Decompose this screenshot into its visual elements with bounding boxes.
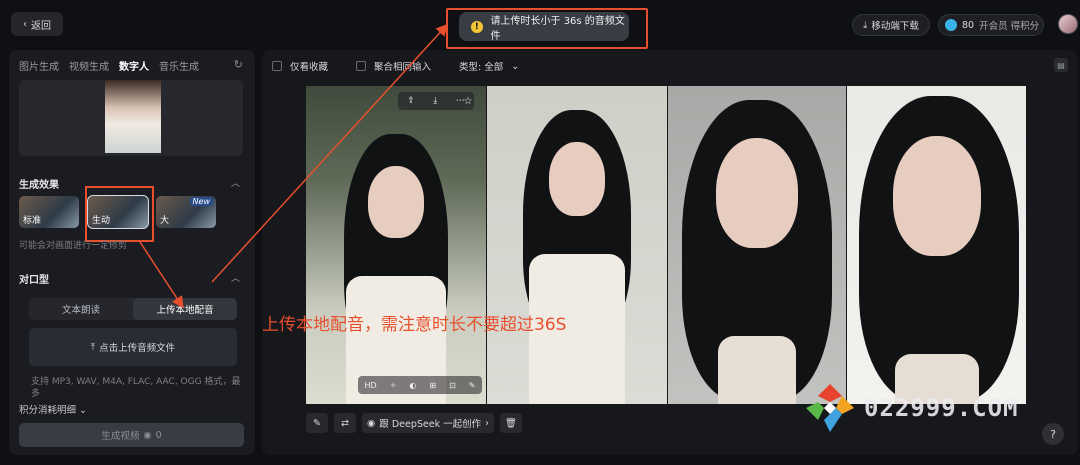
regenerate-button[interactable]: ⇄: [334, 413, 356, 433]
delete-button[interactable]: 🗑: [499, 413, 522, 433]
avatar[interactable]: [1058, 14, 1078, 34]
lipsync-title: 对口型: [19, 275, 49, 286]
image-edit-toolbar: HD ✧ ◐ ⊞ ⊡ ✎: [358, 376, 482, 394]
toast-message: ! 请上传时长小于 36s 的音频文件: [459, 12, 629, 42]
chevron-up-icon[interactable]: ︿: [231, 271, 240, 284]
watermark-logo-icon: [806, 384, 854, 432]
star-icon[interactable]: ☆: [460, 92, 476, 110]
mode-tabs: 图片生成 视频生成 数字人 音乐生成: [19, 58, 199, 73]
top-bar: ‹ 返回 ! 请上传时长小于 36s 的音频文件 ⤓ 移动端下载 80 开会员 …: [0, 0, 1080, 50]
face-shape: [549, 142, 605, 216]
points-value: 80: [962, 19, 975, 31]
left-panel: 图片生成 视频生成 数字人 音乐生成 ↻ 生成效果 ︿ 标准 生动 大 New …: [9, 50, 255, 455]
result-image-1[interactable]: ⇪ ⤓ ⋯ ☆ HD ✧ ◐ ⊞ ⊡ ✎: [306, 86, 486, 404]
cost-label: 积分消耗明细: [19, 405, 77, 416]
eraser-icon[interactable]: ◐: [409, 381, 416, 390]
fav-checkbox[interactable]: [272, 61, 282, 71]
chevron-up-icon[interactable]: ︿: [231, 176, 240, 189]
effect-highlight-box: [85, 186, 154, 242]
upload-icon: ⤒: [90, 341, 96, 353]
toast-text: 请上传时长小于 36s 的音频文件: [490, 15, 625, 42]
upload-label: 点击上传音频文件: [99, 343, 176, 354]
result-actions: ✎ ⇄ ◉ 跟 DeepSeek 一起创作 › 🗑: [306, 413, 522, 433]
help-button[interactable]: ?: [1042, 423, 1064, 445]
chevron-down-icon: ⌄: [79, 405, 88, 416]
tab-digital-human[interactable]: 数字人: [119, 58, 149, 73]
expand-icon[interactable]: ⊞: [429, 381, 436, 390]
deepseek-button[interactable]: ◉ 跟 DeepSeek 一起创作 ›: [362, 413, 494, 433]
chevron-left-icon: ‹: [23, 18, 27, 30]
share-icon[interactable]: ⇪: [407, 96, 415, 106]
mobile-download-label: 移动端下载: [871, 21, 919, 32]
repeat-icon: ⇄: [341, 417, 349, 429]
watermark-text: 022999.COM: [864, 394, 1019, 422]
neck-shape: [718, 336, 796, 404]
deepseek-label: 跟 DeepSeek 一起创作: [379, 419, 482, 430]
edit-button[interactable]: ✎: [306, 413, 328, 433]
coin-icon: [945, 19, 957, 31]
pencil-icon: ✎: [313, 417, 321, 429]
chevron-right-icon: ›: [485, 417, 489, 429]
filter-fav-label: 仅看收藏: [290, 62, 329, 73]
generate-cost: 0: [155, 429, 162, 441]
seg-text-read[interactable]: 文本朗读: [29, 298, 133, 320]
warning-icon: !: [471, 20, 483, 33]
lipsync-mode-switch: 文本朗读 上传本地配音: [29, 298, 237, 320]
cost-detail-toggle[interactable]: 积分消耗明细 ⌄: [19, 402, 87, 416]
effect-option-standard[interactable]: 标准: [19, 196, 79, 228]
watermark: 022999.COM: [804, 382, 1019, 434]
brush-icon[interactable]: ✎: [469, 381, 476, 390]
trash-icon: 🗑: [504, 417, 517, 429]
result-image-3[interactable]: [668, 86, 846, 404]
reference-image: [105, 80, 161, 153]
type-filter-dropdown[interactable]: 类型: 全部: [459, 59, 503, 73]
hd-button[interactable]: HD: [365, 381, 377, 390]
new-badge: New: [189, 197, 213, 206]
format-hint: 支持 MP3, WAV, M4A, FLAC, AAC, OGG 格式，最多: [31, 377, 241, 399]
mobile-download-button[interactable]: ⤓ 移动端下载: [852, 14, 930, 36]
result-image-2[interactable]: [487, 86, 667, 404]
back-label: 返回: [31, 20, 51, 32]
filter-bar: 仅看收藏 聚合相同输入 类型: 全部 ⌄: [272, 59, 519, 73]
face-shape: [893, 136, 981, 256]
refresh-icon[interactable]: ↻: [234, 58, 243, 71]
tab-image[interactable]: 图片生成: [19, 58, 59, 73]
result-image-4[interactable]: [847, 86, 1026, 404]
download-icon: ⤓: [863, 19, 868, 31]
filter-merge-label: 聚合相同输入: [374, 62, 432, 73]
merge-checkbox[interactable]: [356, 61, 367, 71]
crop-icon[interactable]: ⊡: [449, 381, 456, 390]
annotation-text: 上传本地配音，需注意时长不要超过36S: [262, 315, 567, 335]
effect-title: 生成效果: [19, 180, 59, 191]
face-shape: [368, 166, 424, 238]
points-pill[interactable]: 80 开会员 得积分: [938, 14, 1044, 36]
download-icon[interactable]: ⤓: [433, 96, 437, 106]
tab-music[interactable]: 音乐生成: [159, 58, 199, 73]
chevron-down-icon: ⌄: [511, 60, 520, 72]
generate-video-button[interactable]: 生成视频 ◉ 0: [19, 423, 244, 447]
folder-icon[interactable]: ▤: [1054, 58, 1068, 72]
back-button[interactable]: ‹ 返回: [11, 12, 63, 36]
vip-label: 开会员 得积分: [979, 21, 1040, 32]
generate-label: 生成视频: [101, 431, 140, 442]
face-shape: [716, 138, 798, 248]
effect-option-label: 大: [160, 216, 170, 226]
deepseek-icon: ◉: [367, 417, 376, 429]
effect-option-large[interactable]: 大 New: [156, 196, 216, 228]
seg-upload-local[interactable]: 上传本地配音: [133, 298, 237, 320]
effect-option-label: 标准: [23, 216, 42, 226]
magic-wand-icon[interactable]: ✧: [390, 381, 397, 390]
effect-hint: 可能会对画面进行一定修剪: [19, 241, 128, 251]
coin-icon: ◉: [143, 429, 152, 441]
tab-video[interactable]: 视频生成: [69, 58, 109, 73]
upload-audio-button[interactable]: ⤒ 点击上传音频文件: [29, 328, 237, 366]
reference-preview[interactable]: [19, 80, 243, 156]
